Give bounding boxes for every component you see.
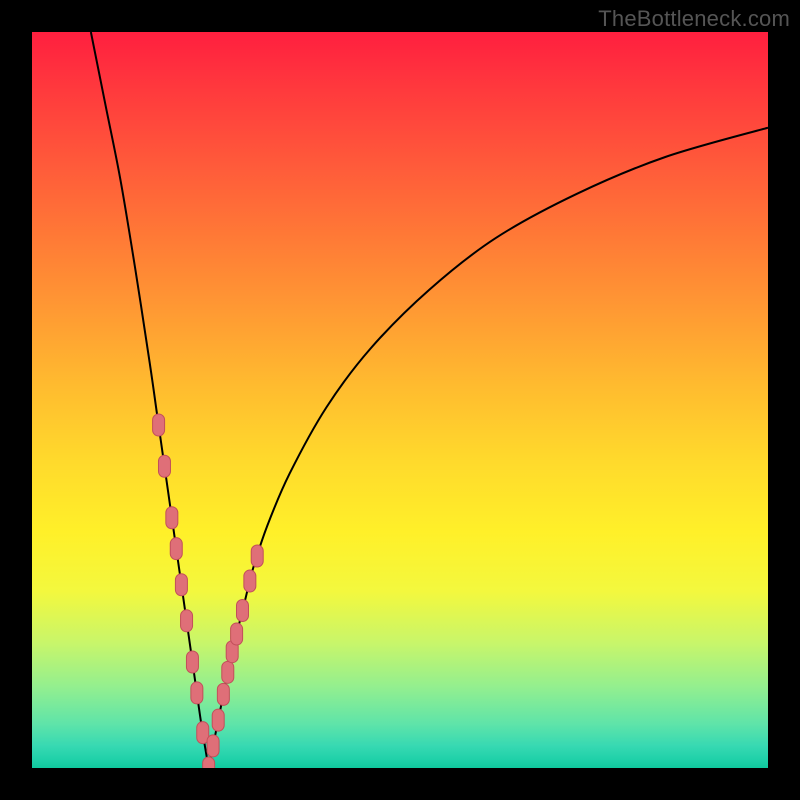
data-marker (166, 507, 178, 529)
data-marker (207, 735, 219, 757)
chart-frame: TheBottleneck.com (0, 0, 800, 800)
data-marker (203, 757, 215, 768)
data-marker (217, 683, 229, 705)
data-marker (251, 545, 263, 567)
curves-svg (32, 32, 768, 768)
data-marker (181, 610, 193, 632)
data-marker (236, 599, 248, 621)
data-marker (175, 574, 187, 596)
data-marker (170, 538, 182, 560)
series-bottleneck-right (209, 128, 768, 768)
data-markers (153, 414, 264, 768)
data-marker (212, 709, 224, 731)
data-marker (191, 682, 203, 704)
data-marker (222, 661, 234, 683)
data-marker (158, 455, 170, 477)
data-marker (153, 414, 165, 436)
watermark-text: TheBottleneck.com (598, 6, 790, 32)
plot-area (32, 32, 768, 768)
data-marker (231, 623, 243, 645)
data-marker (186, 651, 198, 673)
data-marker (244, 570, 256, 592)
